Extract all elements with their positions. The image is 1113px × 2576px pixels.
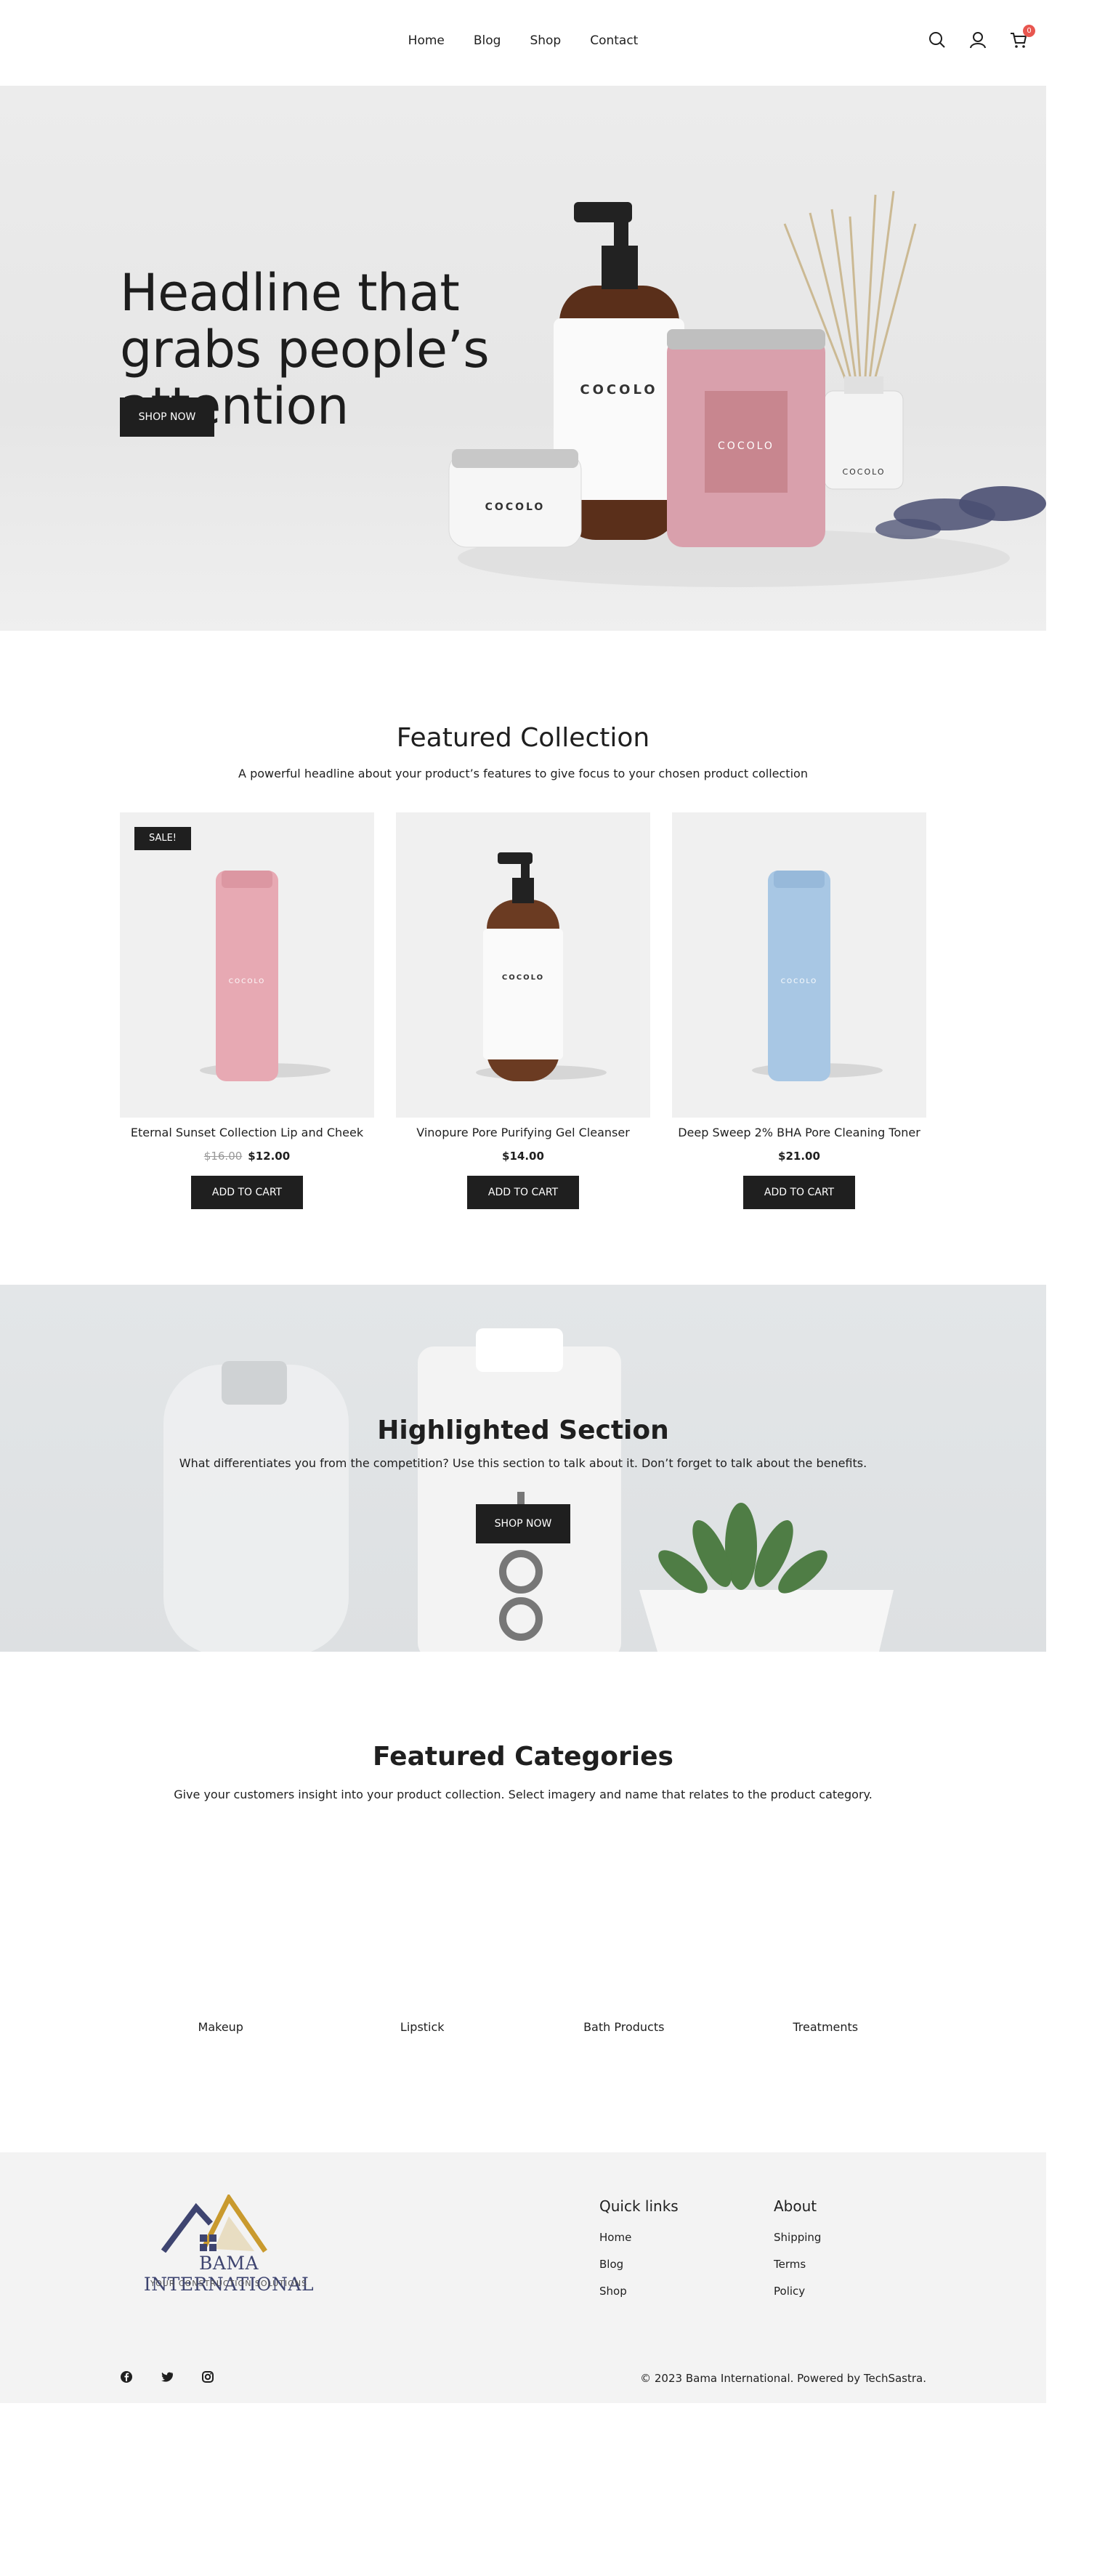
twitter-icon[interactable]	[161, 2370, 174, 2383]
site-footer: BAMA INTERNATIONAL YOUR CONSTRUCTION SOL…	[0, 2152, 1046, 2403]
sale-badge: SALE!	[134, 827, 191, 850]
product-current-price: $14.00	[502, 1150, 544, 1163]
hero-product-image: COCOLO COCOLO COCOLO COCOLO	[448, 190, 1046, 587]
highlight-subtitle: What differentiates you from the competi…	[179, 1456, 867, 1470]
product-card[interactable]: SALE! COCOLO Eternal Sunset Collection L…	[120, 812, 374, 1209]
svg-text:COCOLO: COCOLO	[502, 974, 544, 982]
add-to-cart-button[interactable]: ADD TO CART	[743, 1176, 855, 1209]
hero-section: Headline that grabs people’s attention S…	[0, 86, 1046, 631]
footer-link-terms[interactable]: Terms	[774, 2258, 821, 2271]
category-list: Makeup Lipstick Bath Products Treatments	[120, 2020, 926, 2034]
house-logo-icon	[161, 2195, 267, 2253]
product-image[interactable]: SALE! COCOLO	[120, 812, 374, 1118]
logo-tagline: YOUR CONSTRUCTION SOLUTIONS	[150, 2279, 308, 2288]
footer-link-blog[interactable]: Blog	[599, 2258, 679, 2271]
logo-name: BAMA INTERNATIONAL	[143, 2253, 315, 2295]
product-price: $21.00	[672, 1150, 926, 1163]
product-image[interactable]: COCOLO	[672, 812, 926, 1118]
product-name[interactable]: Eternal Sunset Collection Lip and Cheek	[120, 1126, 374, 1139]
category-treatments[interactable]: Treatments	[725, 2020, 927, 2034]
quick-links-title: Quick links	[599, 2197, 679, 2215]
hero-shop-now-button[interactable]: SHOP NOW	[120, 397, 214, 437]
footer-logo[interactable]: BAMA INTERNATIONAL YOUR CONSTRUCTION SOL…	[120, 2195, 338, 2296]
footer-link-policy[interactable]: Policy	[774, 2285, 821, 2298]
product-price: $14.00	[396, 1150, 650, 1163]
nav-shop[interactable]: Shop	[530, 33, 561, 48]
category-lipstick[interactable]: Lipstick	[322, 2020, 524, 2034]
quick-links-column: Quick links Home Blog Shop	[599, 2197, 679, 2311]
categories-title: Featured Categories	[373, 1742, 673, 1772]
highlighted-section: Highlighted Section What differentiates …	[0, 1285, 1046, 1652]
svg-text:COCOLO: COCOLO	[718, 440, 774, 452]
product-current-price: $12.00	[248, 1150, 291, 1163]
svg-text:COCOLO: COCOLO	[485, 501, 546, 513]
nav-blog[interactable]: Blog	[474, 33, 501, 48]
svg-text:COCOLO: COCOLO	[781, 978, 818, 985]
footer-link-shipping[interactable]: Shipping	[774, 2231, 821, 2244]
cart-count-badge: 0	[1023, 25, 1035, 37]
site-header: Home Blog Shop Contact 0	[0, 0, 1046, 86]
search-icon[interactable]	[928, 31, 947, 49]
category-makeup[interactable]: Makeup	[120, 2020, 322, 2034]
footer-link-shop[interactable]: Shop	[599, 2285, 679, 2298]
copyright-text: © 2023 Bama International. Powered by Te…	[640, 2372, 926, 2385]
product-old-price: $16.00	[203, 1150, 243, 1163]
facebook-icon[interactable]	[120, 2370, 133, 2383]
instagram-icon[interactable]	[201, 2370, 214, 2383]
header-icons: 0	[928, 25, 1035, 49]
main-nav: Home Blog Shop Contact	[0, 33, 1046, 48]
categories-subtitle: Give your customers insight into your pr…	[174, 1788, 873, 1801]
cart-icon[interactable]: 0	[1009, 25, 1035, 49]
footer-link-home[interactable]: Home	[599, 2231, 679, 2244]
featured-collection-subtitle: A powerful headline about your product’s…	[238, 767, 808, 780]
product-name[interactable]: Deep Sweep 2% BHA Pore Cleaning Toner	[672, 1126, 926, 1139]
svg-text:COCOLO: COCOLO	[229, 978, 266, 985]
social-links	[120, 2370, 214, 2383]
add-to-cart-button[interactable]: ADD TO CART	[191, 1176, 303, 1209]
user-icon[interactable]	[968, 31, 987, 49]
featured-collection-title: Featured Collection	[396, 723, 650, 753]
product-image[interactable]: COCOLO	[396, 812, 650, 1118]
highlight-shop-now-button[interactable]: SHOP NOW	[476, 1504, 570, 1543]
product-card[interactable]: COCOLO Vinopure Pore Purifying Gel Clean…	[396, 812, 650, 1209]
highlight-title: Highlighted Section	[377, 1416, 669, 1445]
nav-home[interactable]: Home	[408, 33, 445, 48]
svg-text:COCOLO: COCOLO	[580, 382, 657, 397]
add-to-cart-button[interactable]: ADD TO CART	[467, 1176, 579, 1209]
nav-contact[interactable]: Contact	[590, 33, 638, 48]
product-card[interactable]: COCOLO Deep Sweep 2% BHA Pore Cleaning T…	[672, 812, 926, 1209]
category-bath-products[interactable]: Bath Products	[523, 2020, 725, 2034]
diffuser-brand: COCOLO	[842, 467, 885, 477]
product-current-price: $21.00	[778, 1150, 820, 1163]
about-column: About Shipping Terms Policy	[774, 2197, 821, 2311]
about-title: About	[774, 2197, 817, 2215]
product-price: $16.00 $12.00	[120, 1150, 374, 1163]
product-name[interactable]: Vinopure Pore Purifying Gel Cleanser	[396, 1126, 650, 1139]
